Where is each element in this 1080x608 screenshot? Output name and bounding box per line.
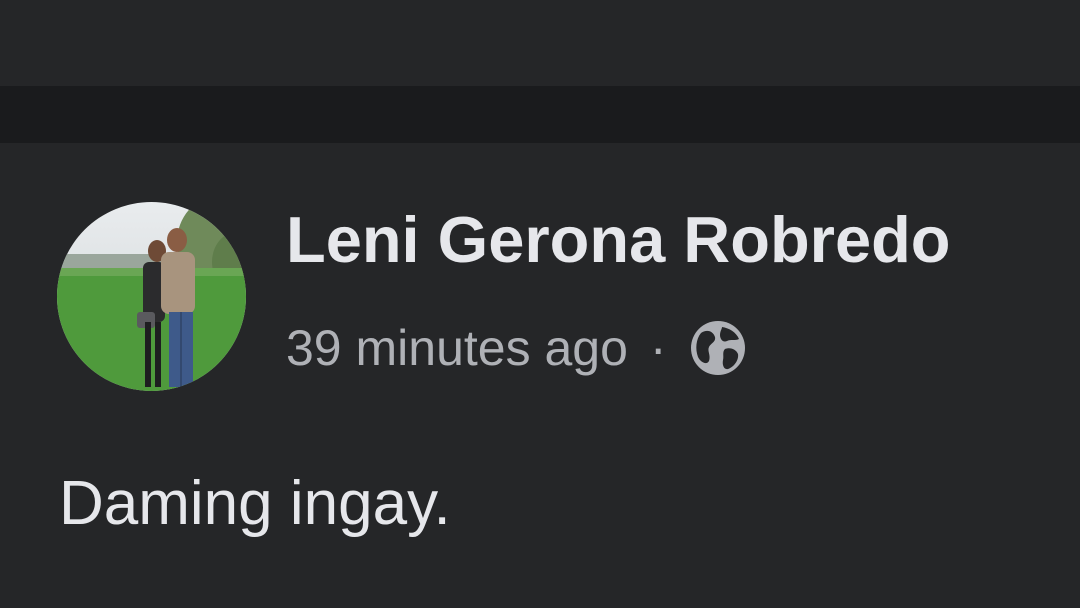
facebook-post-screen: Leni Gerona Robredo 39 minutes ago · Dam… <box>0 0 1080 608</box>
post-meta: 39 minutes ago · <box>286 318 747 378</box>
post-timestamp[interactable]: 39 minutes ago <box>286 323 628 373</box>
top-area <box>0 0 1080 86</box>
feed-separator <box>0 86 1080 143</box>
avatar-photo <box>57 202 246 391</box>
meta-separator: · <box>649 320 667 376</box>
author-avatar[interactable] <box>57 202 246 391</box>
post-text: Daming ingay. <box>59 469 451 538</box>
globe-icon[interactable] <box>689 319 747 377</box>
post-card: Leni Gerona Robredo 39 minutes ago · Dam… <box>0 143 1080 608</box>
author-name[interactable]: Leni Gerona Robredo <box>286 207 951 272</box>
